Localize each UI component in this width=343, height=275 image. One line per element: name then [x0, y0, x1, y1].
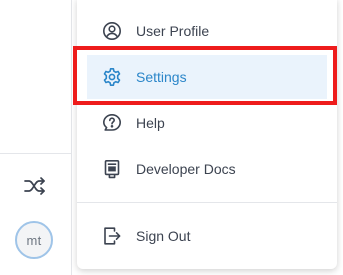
menu-item-label: User Profile	[136, 23, 210, 39]
menu-item-label: Settings	[136, 69, 187, 85]
avatar[interactable]: mt	[15, 221, 53, 259]
menu-item-label: Developer Docs	[136, 161, 236, 177]
user-circle-icon	[103, 22, 121, 40]
question-bubble-icon	[103, 114, 121, 131]
menu-item-label: Help	[136, 115, 165, 131]
rail-divider	[0, 153, 71, 154]
menu-item-settings[interactable]: Settings	[87, 55, 327, 99]
docs-icon	[104, 159, 120, 179]
shuffle-icon[interactable]	[23, 176, 47, 196]
left-rail: mt	[0, 0, 72, 275]
app-stage: mt User Profile Settings Help Developer …	[0, 0, 343, 275]
menu-item-user-profile[interactable]: User Profile	[87, 9, 327, 53]
menu-item-developer-docs[interactable]: Developer Docs	[87, 147, 327, 191]
user-dropdown-menu: User Profile Settings Help Developer Doc…	[77, 0, 337, 269]
menu-divider	[77, 202, 337, 203]
gear-icon	[103, 68, 121, 86]
menu-item-label: Sign Out	[136, 228, 191, 244]
sign-out-icon	[104, 227, 121, 245]
menu-item-help[interactable]: Help	[87, 101, 327, 145]
menu-item-sign-out[interactable]: Sign Out	[87, 214, 327, 258]
